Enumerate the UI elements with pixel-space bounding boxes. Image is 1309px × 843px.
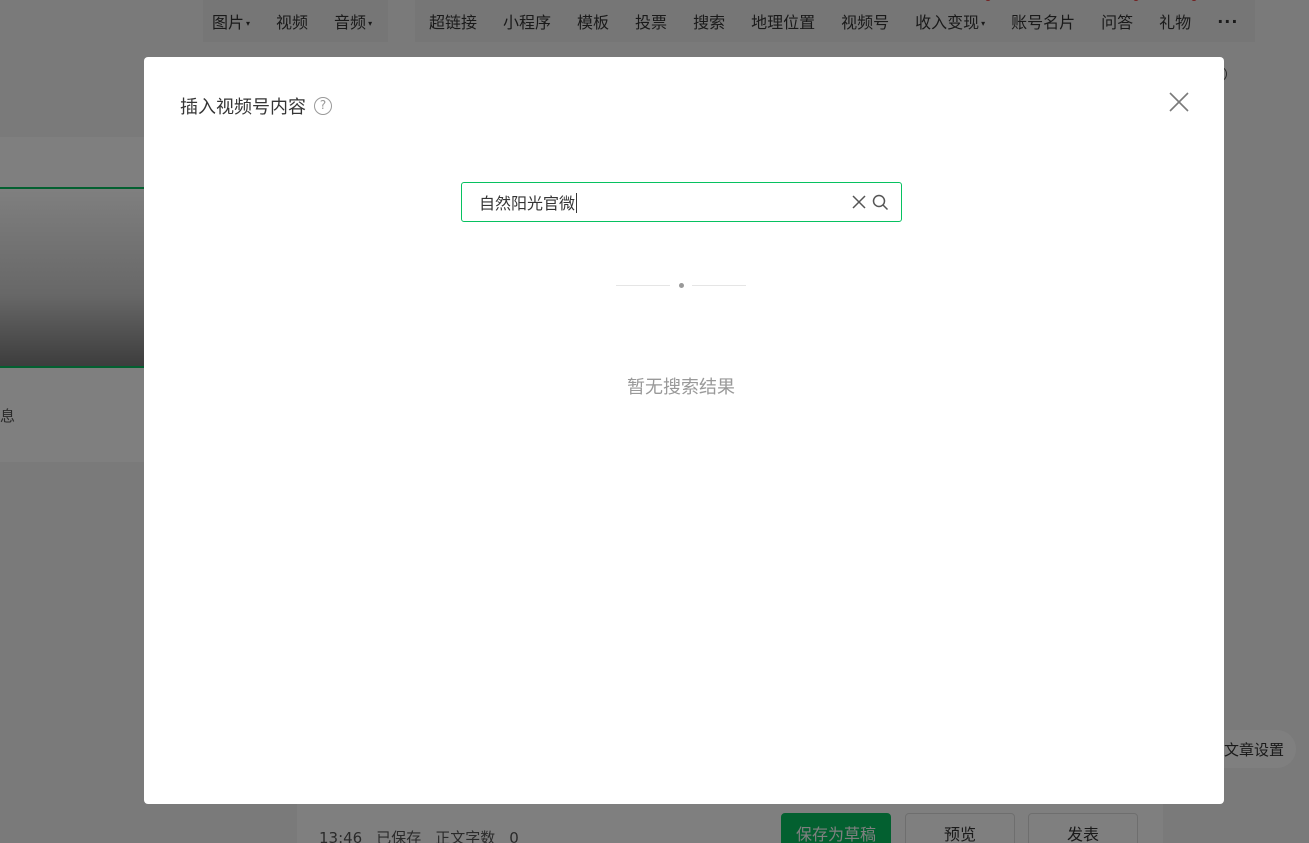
search-box bbox=[461, 182, 902, 222]
help-icon[interactable]: ? bbox=[314, 97, 332, 115]
close-icon[interactable] bbox=[1168, 91, 1190, 113]
insert-channels-dialog: 插入视频号内容 ? 暂无搜索结果 bbox=[144, 57, 1224, 804]
loading-divider-right bbox=[692, 285, 746, 286]
clear-icon[interactable] bbox=[851, 194, 867, 210]
loading-dot bbox=[679, 283, 684, 288]
search-icon[interactable] bbox=[872, 194, 889, 211]
text-cursor bbox=[576, 193, 577, 213]
empty-results-message: 暂无搜索结果 bbox=[627, 377, 735, 398]
search-input[interactable] bbox=[462, 183, 842, 221]
dialog-title-text: 插入视频号内容 bbox=[180, 97, 306, 118]
dialog-title: 插入视频号内容 ? bbox=[180, 93, 332, 119]
loading-divider-left bbox=[616, 285, 670, 286]
